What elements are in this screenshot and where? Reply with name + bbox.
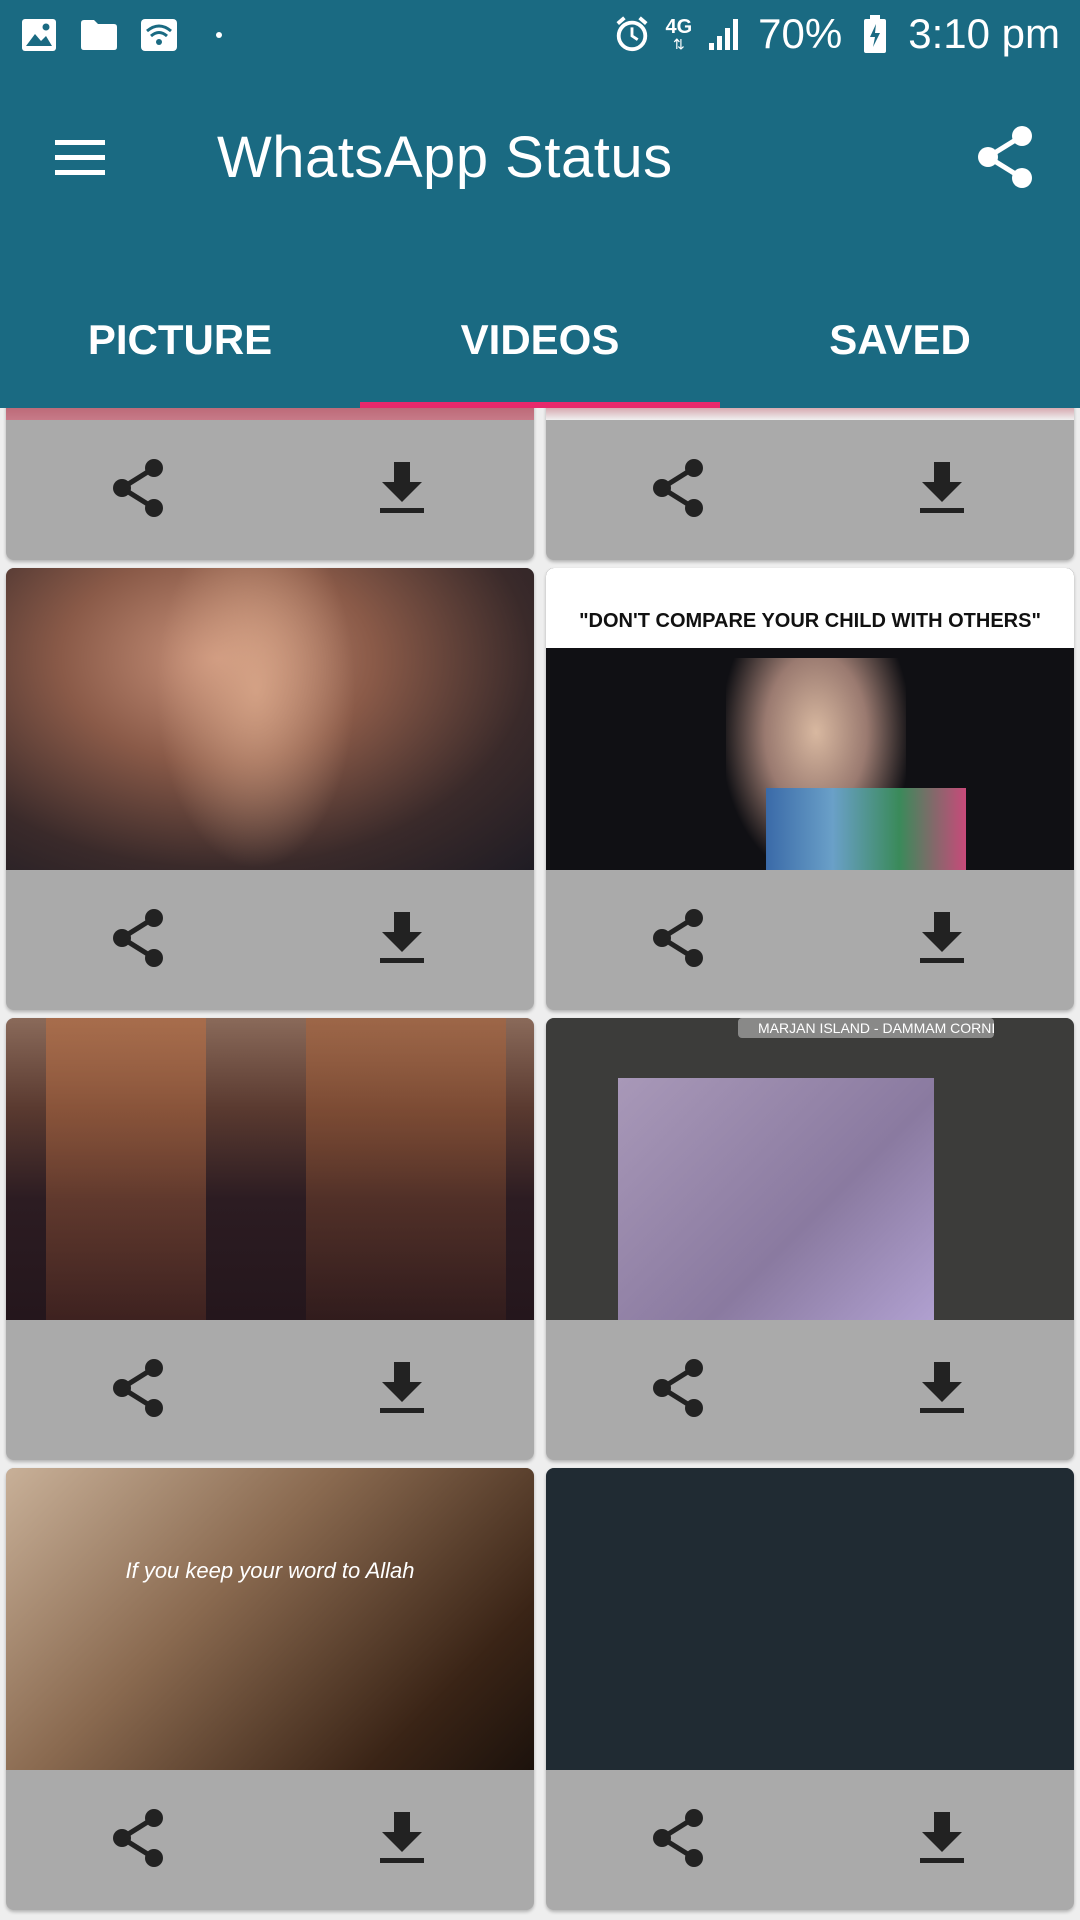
share-button[interactable] — [6, 1772, 270, 1904]
share-button[interactable] — [6, 872, 270, 1004]
network-4g-icon: 4G ⇅ — [665, 16, 693, 52]
card-actions — [546, 872, 1074, 1004]
video-thumbnail[interactable] — [546, 408, 1074, 420]
wifi-icon — [140, 16, 178, 54]
hamburger-menu-icon[interactable] — [50, 132, 120, 192]
card-actions — [546, 1772, 1074, 1904]
download-button[interactable] — [810, 1772, 1074, 1904]
video-grid: "DON'T COMPARE YOUR CHILD WITH OTHERS" M… — [0, 408, 1080, 1920]
share-icon — [653, 1359, 703, 1417]
share-button[interactable] — [6, 422, 270, 554]
download-button[interactable] — [810, 422, 1074, 554]
image-icon — [20, 16, 58, 54]
share-button[interactable] — [546, 872, 810, 1004]
video-caption: "DON'T COMPARE YOUR CHILD WITH OTHERS" — [579, 610, 1041, 632]
status-bar: 4G ⇅ 70% 3:10 pm — [0, 0, 1080, 72]
video-card: If you keep your word to Allah — [6, 1468, 534, 1910]
download-button[interactable] — [270, 1322, 534, 1454]
share-button[interactable] — [6, 1322, 270, 1454]
dot-icon — [200, 16, 238, 54]
download-button[interactable] — [270, 422, 534, 554]
share-button[interactable] — [546, 1322, 810, 1454]
app-title: WhatsApp Status — [217, 125, 673, 190]
download-icon — [380, 1812, 424, 1863]
share-icon — [653, 1809, 703, 1867]
share-button[interactable] — [546, 422, 810, 554]
share-icon — [113, 1359, 163, 1417]
battery-charging-icon — [856, 15, 894, 53]
share-icon — [113, 1809, 163, 1867]
video-thumbnail[interactable] — [6, 1018, 534, 1320]
app-bar: WhatsApp Status PICTURE VIDEOS SAVED — [0, 72, 1080, 408]
share-icon[interactable] — [970, 122, 1040, 192]
tab-label: VIDEOS — [460, 316, 620, 363]
download-button[interactable] — [270, 872, 534, 1004]
download-button[interactable] — [270, 1772, 534, 1904]
video-card — [6, 1018, 534, 1460]
share-icon — [113, 909, 163, 967]
download-icon — [380, 1362, 424, 1413]
tab-saved[interactable]: SAVED — [720, 272, 1080, 408]
video-thumbnail[interactable]: "DON'T COMPARE YOUR CHILD WITH OTHERS" — [546, 568, 1074, 870]
download-icon — [920, 462, 964, 513]
network-type-label: 4G — [665, 16, 693, 38]
download-button[interactable] — [810, 1322, 1074, 1454]
card-actions — [6, 422, 534, 554]
video-card: MARJAN ISLAND - DAMMAM CORNI... — [546, 1018, 1074, 1460]
tab-picture[interactable]: PICTURE — [0, 272, 360, 408]
folder-icon — [80, 16, 118, 54]
card-actions — [6, 1322, 534, 1454]
clock-time: 3:10 pm — [908, 10, 1060, 57]
signal-icon — [706, 15, 744, 53]
download-icon — [920, 912, 964, 963]
download-button[interactable] — [810, 872, 1074, 1004]
tab-bar: PICTURE VIDEOS SAVED — [0, 272, 1080, 408]
card-actions — [546, 422, 1074, 554]
card-actions — [546, 1322, 1074, 1454]
video-card — [6, 408, 534, 560]
tab-label: PICTURE — [87, 316, 273, 363]
download-icon — [380, 462, 424, 513]
video-thumbnail[interactable]: MARJAN ISLAND - DAMMAM CORNI... — [546, 1018, 1074, 1320]
tab-label: SAVED — [829, 316, 971, 363]
card-actions — [6, 872, 534, 1004]
video-card: "DON'T COMPARE YOUR CHILD WITH OTHERS" — [546, 568, 1074, 1010]
share-icon — [113, 459, 163, 517]
video-card — [546, 1468, 1074, 1910]
alarm-icon — [613, 15, 651, 53]
video-thumbnail[interactable] — [546, 1468, 1074, 1770]
card-actions — [6, 1772, 534, 1904]
location-watermark: MARJAN ISLAND - DAMMAM CORNI... — [738, 1018, 994, 1038]
download-icon — [920, 1362, 964, 1413]
video-card — [6, 568, 534, 1010]
share-button[interactable] — [546, 1772, 810, 1904]
video-card — [546, 408, 1074, 560]
share-icon — [653, 909, 703, 967]
tab-videos[interactable]: VIDEOS — [360, 272, 720, 408]
video-caption: If you keep your word to Allah — [125, 1558, 415, 1583]
download-icon — [920, 1812, 964, 1863]
download-icon — [380, 912, 424, 963]
video-thumbnail[interactable] — [6, 408, 534, 420]
video-thumbnail[interactable]: If you keep your word to Allah — [6, 1468, 534, 1770]
video-thumbnail[interactable] — [6, 568, 534, 870]
share-icon — [653, 459, 703, 517]
battery-percent: 70% — [758, 10, 843, 57]
